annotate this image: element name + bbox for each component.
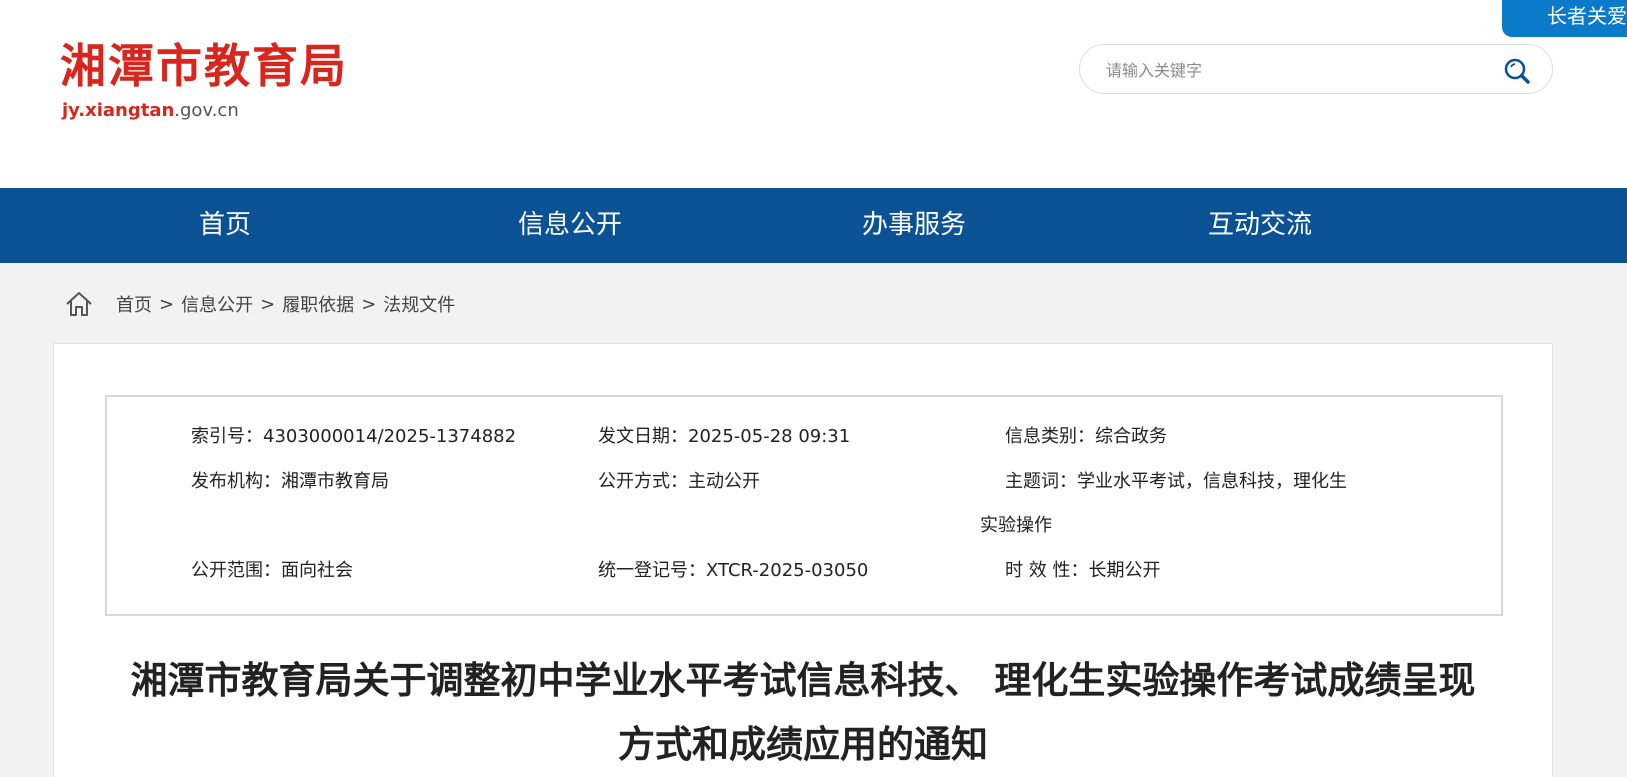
breadcrumb-separator: > [159, 293, 175, 315]
document-meta-table: 索引号：4303000014/2025-1374882 发文日期：2025-05… [105, 395, 1503, 616]
breadcrumb-separator: > [361, 293, 377, 315]
meta-publisher: 发布机构：湘潭市教育局 [191, 471, 389, 492]
nav-item-home[interactable]: 首页 [199, 188, 251, 263]
nav-item-services[interactable]: 办事服务 [862, 188, 966, 263]
article-title: 湘潭市教育局关于调整初中学业水平考试信息科技、 理化生实验操作考试成绩呈现方式和… [130, 659, 1476, 766]
content-card: 索引号：4303000014/2025-1374882 发文日期：2025-05… [53, 343, 1553, 777]
nav-item-interaction[interactable]: 互动交流 [1208, 188, 1312, 263]
search-input[interactable] [1106, 58, 1486, 82]
domain-bold: jy.xiangtan [62, 100, 175, 121]
search-box [1079, 44, 1553, 94]
meta-publish-date: 发文日期：2025-05-28 09:31 [598, 426, 851, 447]
breadcrumb-duty-basis[interactable]: 履职依据 [282, 291, 354, 317]
breadcrumb-home[interactable]: 首页 [116, 291, 152, 317]
meta-registration-no: 统一登记号：XTCR-2025-03050 [598, 560, 869, 581]
meta-disclosure-scope: 公开范围：面向社会 [191, 560, 353, 581]
home-icon[interactable] [64, 289, 94, 319]
meta-index-no: 索引号：4303000014/2025-1374882 [191, 426, 517, 447]
site-logo-title[interactable]: 湘潭市教育局 [60, 38, 348, 94]
elder-mode-button[interactable]: 长者关爱 [1502, 0, 1627, 37]
meta-validity: 时 效 性：长期公开 [1005, 560, 1161, 581]
meta-disclosure-method: 公开方式：主动公开 [598, 471, 760, 492]
meta-keywords-continued: 实验操作 [980, 515, 1052, 536]
meta-category: 信息类别：综合政务 [1005, 426, 1167, 447]
search-icon [1504, 58, 1530, 84]
site-header: 湘潭市教育局 jy.xiangtan.gov.cn 长者关爱 [0, 0, 1627, 188]
breadcrumb-separator: > [260, 293, 276, 315]
meta-keywords: 主题词：学业水平考试，信息科技，理化生 [1005, 471, 1347, 492]
search-button[interactable] [1502, 56, 1532, 86]
breadcrumb-info-disclosure[interactable]: 信息公开 [181, 291, 253, 317]
domain-rest: .gov.cn [174, 100, 239, 121]
breadcrumb-regulations[interactable]: 法规文件 [383, 291, 455, 317]
nav-item-info-disclosure[interactable]: 信息公开 [518, 188, 622, 263]
site-logo-domain: jy.xiangtan.gov.cn [62, 100, 239, 122]
breadcrumb: 首页 > 信息公开 > 履职依据 > 法规文件 [64, 286, 455, 322]
main-nav: 首页 信息公开 办事服务 互动交流 [0, 188, 1627, 263]
